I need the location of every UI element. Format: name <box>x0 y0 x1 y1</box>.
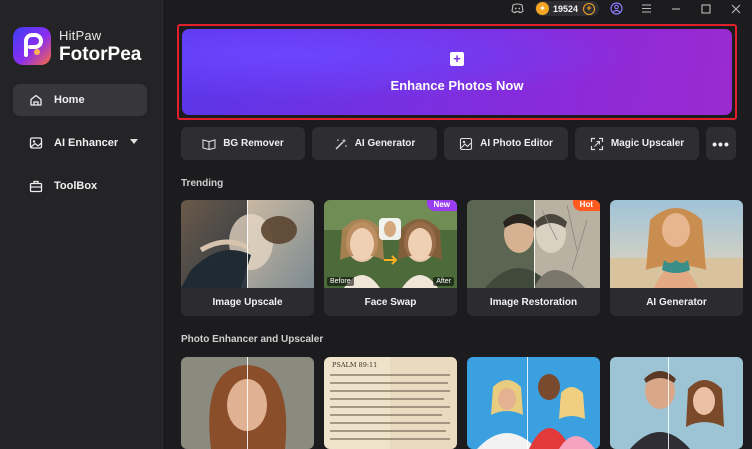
close-icon[interactable] <box>729 2 743 16</box>
compare-divider <box>527 357 528 449</box>
photo-editor-icon <box>459 137 473 151</box>
sidebar-item-ai-enhancer[interactable]: AI Enhancer <box>13 127 147 159</box>
image-upscale-thumbnail <box>181 200 314 288</box>
tool-label: AI Generator <box>354 138 416 149</box>
group-photo-card[interactable] <box>467 357 600 449</box>
portrait-card[interactable] <box>181 357 314 449</box>
add-coins-icon[interactable]: + <box>583 2 595 15</box>
minimize-icon[interactable] <box>669 2 683 16</box>
couple-photo-card[interactable] <box>610 357 743 449</box>
ai-generator-button[interactable]: AI Generator <box>312 127 437 160</box>
sidebar-nav: Home AI Enhancer ToolBox <box>13 84 147 213</box>
quick-tools: BG Remover AI Generator AI Photo Editor … <box>181 127 736 160</box>
hero-highlight: + Enhance Photos Now <box>177 24 737 120</box>
before-tag: Before <box>327 277 354 286</box>
ai-generator-thumbnail <box>610 200 743 288</box>
image-restoration-thumbnail <box>467 200 600 288</box>
face-swap-thumbnail: Before After <box>324 200 457 288</box>
magic-wand-icon <box>334 137 348 151</box>
sidebar-item-label: Home <box>54 94 85 106</box>
compare-divider <box>247 200 248 288</box>
compare-divider <box>668 357 669 449</box>
image-ai-icon <box>29 136 43 150</box>
hero-label: Enhance Photos Now <box>390 77 524 93</box>
plus-icon: + <box>450 51 464 66</box>
upscale-icon <box>590 137 604 151</box>
tool-label: Magic Upscaler <box>610 138 685 149</box>
sidebar-item-label: ToolBox <box>54 180 98 192</box>
ai-photo-editor-button[interactable]: AI Photo Editor <box>444 127 568 160</box>
menu-icon[interactable] <box>639 2 653 16</box>
sidebar-item-label: AI Enhancer <box>54 137 119 149</box>
home-icon <box>29 93 43 107</box>
card-face-swap[interactable]: Before After New Face Swap <box>324 200 457 316</box>
brand-company: HitPaw <box>59 27 102 43</box>
hot-badge: Hot <box>572 200 600 211</box>
card-image-restoration[interactable]: Hot Image Restoration <box>467 200 600 316</box>
maximize-icon[interactable] <box>699 2 713 16</box>
new-badge: New <box>426 200 457 211</box>
card-label: AI Generator <box>646 296 707 308</box>
compare-divider <box>247 357 248 449</box>
titlebar: ✦ 19524 + <box>163 0 752 17</box>
couple-photo-thumbnail <box>610 357 743 449</box>
portrait-thumbnail <box>181 357 314 449</box>
trending-cards: Image Upscale Before After New Face Swap… <box>181 200 752 316</box>
document-heading: PSALM 89:11 <box>332 361 377 369</box>
fotorpea-logo-icon <box>13 27 51 65</box>
card-label: Image Upscale <box>212 296 283 308</box>
group-photo-thumbnail <box>467 357 600 449</box>
section-title-trending: Trending <box>181 178 224 189</box>
more-tools-button[interactable]: ••• <box>706 127 736 160</box>
brand-product: FotorPea <box>59 43 142 65</box>
card-label: Image Restoration <box>489 296 578 308</box>
coin-balance[interactable]: ✦ 19524 + <box>534 1 599 16</box>
section-title-photo-enhancer: Photo Enhancer and Upscaler <box>181 334 324 345</box>
bg-remover-button[interactable]: BG Remover <box>181 127 305 160</box>
coin-count: 19524 <box>552 3 578 14</box>
card-image-upscale[interactable]: Image Upscale <box>181 200 314 316</box>
sidebar: HitPaw FotorPea Home AI Enhancer ToolBox <box>0 0 163 449</box>
document-card[interactable]: PSALM 89:11 <box>324 357 457 449</box>
enhance-photos-button[interactable]: + Enhance Photos Now <box>182 29 732 115</box>
chevron-down-icon[interactable] <box>130 139 138 144</box>
tool-label: AI Photo Editor <box>480 138 553 149</box>
account-icon[interactable] <box>609 2 623 16</box>
document-thumbnail: PSALM 89:11 <box>324 357 457 449</box>
sidebar-item-toolbox[interactable]: ToolBox <box>13 170 147 202</box>
more-icon: ••• <box>712 135 730 152</box>
card-label: Face Swap <box>364 296 417 308</box>
discord-icon[interactable] <box>511 2 525 16</box>
compare-divider <box>534 200 535 288</box>
after-tag: After <box>433 277 454 286</box>
scrollbar[interactable] <box>746 17 752 449</box>
brand[interactable]: HitPaw FotorPea <box>13 27 141 65</box>
card-ai-generator[interactable]: AI Generator <box>610 200 743 316</box>
enhancer-cards: PSALM 89:11 <box>181 357 752 449</box>
magic-upscaler-button[interactable]: Magic Upscaler <box>575 127 699 160</box>
sidebar-item-home[interactable]: Home <box>13 84 147 116</box>
bg-remover-icon <box>202 137 216 151</box>
coin-icon: ✦ <box>535 2 549 15</box>
toolbox-icon <box>29 179 43 193</box>
tool-label: BG Remover <box>223 138 284 149</box>
